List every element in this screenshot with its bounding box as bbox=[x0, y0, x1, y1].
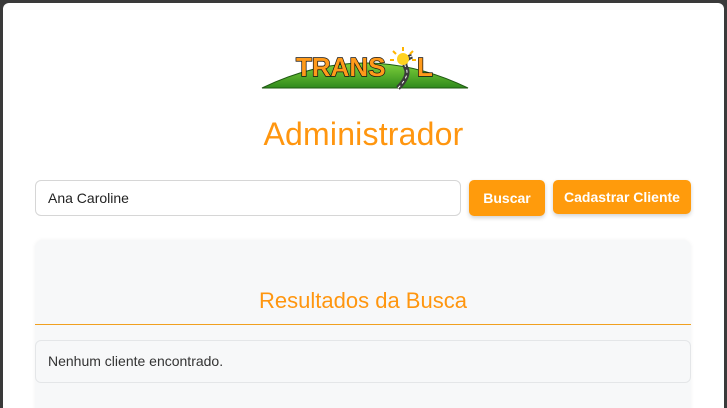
results-panel: Resultados da Busca Nenhum cliente encon… bbox=[35, 240, 691, 408]
page-title: Administrador bbox=[263, 116, 464, 152]
search-button[interactable]: Buscar bbox=[469, 180, 545, 216]
app-window: TRANS L Administrador Buscar Cadastrar C… bbox=[3, 3, 724, 408]
svg-text:TRANS: TRANS bbox=[296, 52, 386, 82]
search-input[interactable] bbox=[35, 180, 461, 216]
results-title: Resultados da Busca bbox=[259, 288, 467, 313]
svg-text:L: L bbox=[417, 52, 433, 82]
empty-results-message: Nenhum cliente encontrado. bbox=[35, 340, 691, 383]
results-divider bbox=[35, 324, 691, 325]
transol-logo: TRANS L bbox=[261, 47, 469, 90]
register-client-button[interactable]: Cadastrar Cliente bbox=[553, 180, 691, 214]
